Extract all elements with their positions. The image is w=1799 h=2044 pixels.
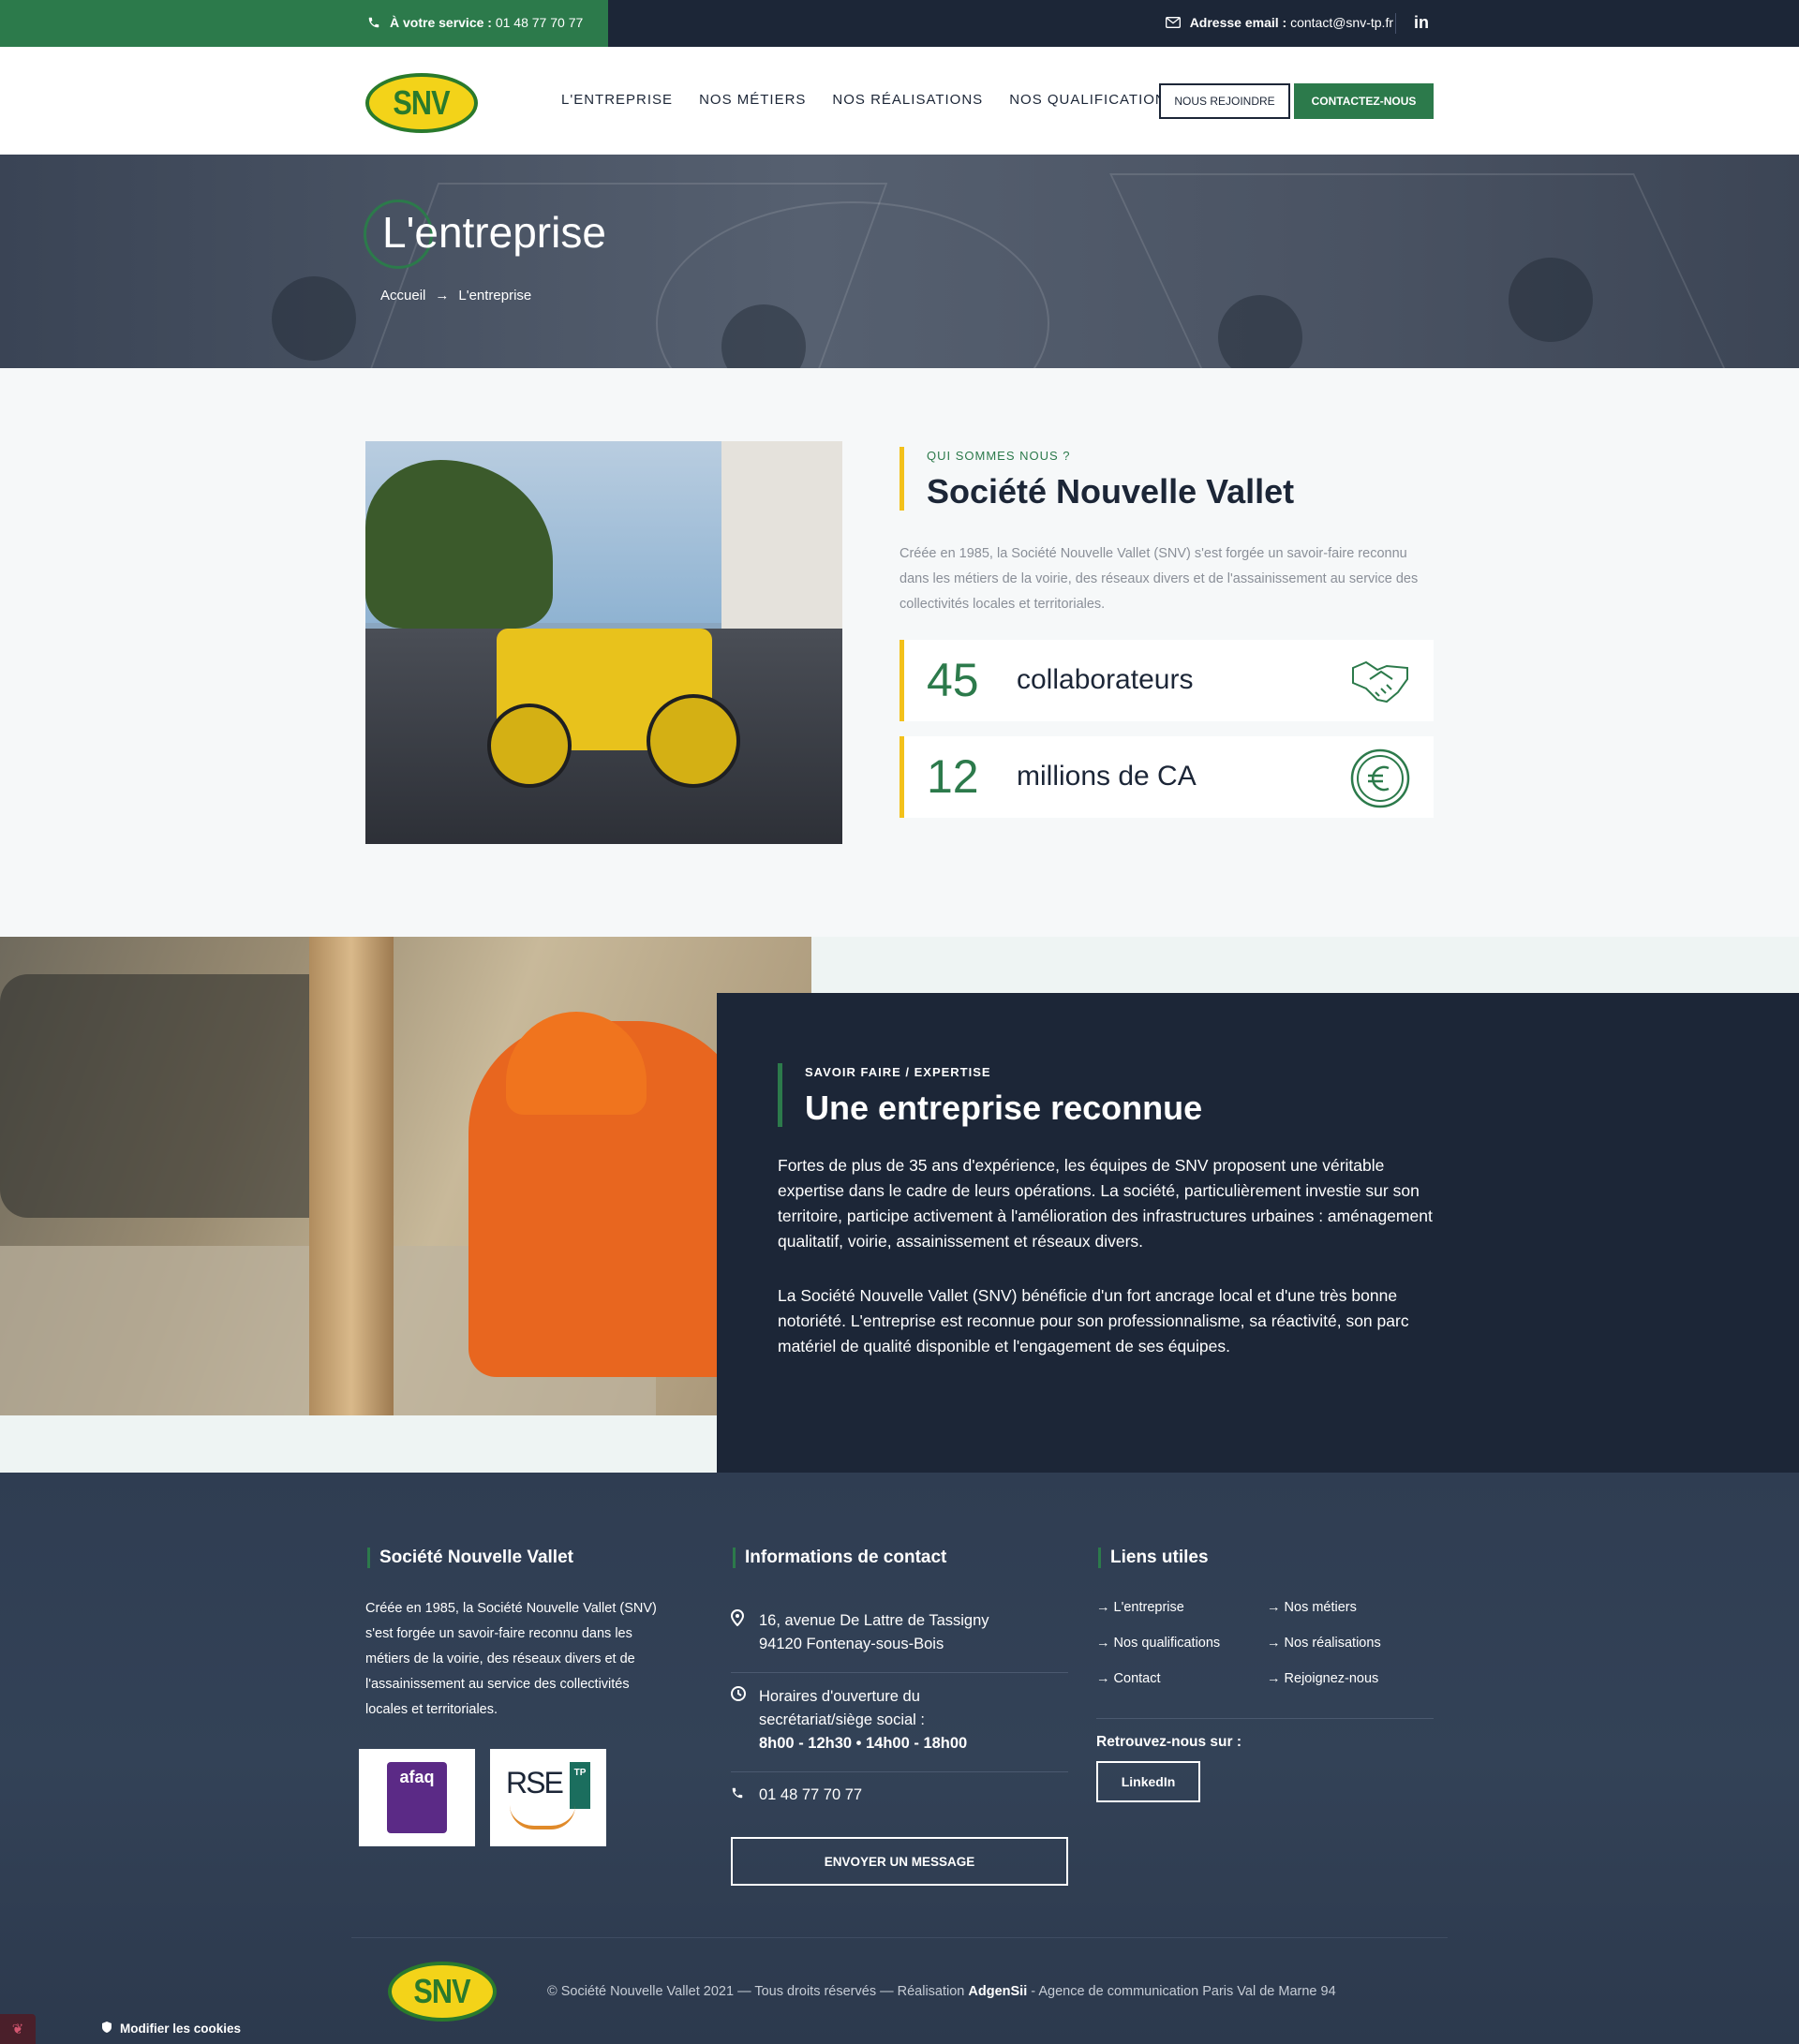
footer-bottom-divider [351, 1937, 1448, 1938]
stat-value: 45 [927, 654, 979, 706]
footer-link-metiers[interactable]: → Nos métiers [1267, 1600, 1357, 1615]
footer-contact-title: Informations de contact [733, 1548, 946, 1568]
hours-line-1: Horaires d'ouverture du [759, 1688, 920, 1705]
hours-value: 8h00 - 12h30 • 14h00 - 18h00 [759, 1735, 968, 1752]
footer-phone-number: 01 48 77 70 77 [759, 1786, 863, 1803]
euro-icon [1350, 748, 1410, 808]
address-line-1: 16, avenue De Lattre de Tassigny [759, 1612, 989, 1629]
footer-link-rejoignez[interactable]: → Rejoignez-nous [1267, 1671, 1378, 1686]
breadcrumb-home[interactable]: Accueil [380, 288, 425, 304]
about-heading: QUI SOMMES NOUS ? Société Nouvelle Valle… [900, 447, 1294, 511]
phone-icon [368, 17, 379, 28]
afaq-logo: afaq [387, 1762, 447, 1833]
footer-link-qualifications[interactable]: → Nos qualifications [1096, 1636, 1220, 1651]
stat-label: collaborateurs [1017, 664, 1194, 695]
road-roller-photo [365, 441, 842, 844]
stat-card-revenue: 12 millions de CA [900, 736, 1434, 818]
worker-photo [0, 937, 811, 1415]
cookie-settings-label: Modifier les cookies [120, 2022, 242, 2036]
about-title: Société Nouvelle Vallet [927, 472, 1295, 511]
expertise-kicker: SAVOIR FAIRE / EXPERTISE [805, 1065, 991, 1079]
top-phone[interactable]: À votre service : 01 48 77 70 77 [367, 15, 583, 30]
footer-divider [731, 1771, 1068, 1772]
about-text: Créée en 1985, la Société Nouvelle Valle… [900, 546, 1419, 612]
footer-snv-logo[interactable]: SNV [388, 1962, 497, 2022]
top-email[interactable]: Adresse email : contact@snv-tp.fr [1165, 15, 1393, 30]
footer-link-entreprise[interactable]: → L'entreprise [1096, 1600, 1184, 1615]
page-title: L'entreprise [382, 208, 606, 257]
contact-button[interactable]: CONTACTEZ-NOUS [1294, 83, 1434, 119]
join-button[interactable]: NOUS REJOINDRE [1159, 83, 1290, 119]
rse-certification: RSE TP [490, 1749, 606, 1846]
snv-logo[interactable]: SNV [365, 73, 478, 133]
expertise-title: Une entreprise reconnue [805, 1089, 1203, 1127]
page-hero: L'entreprise Accueil → L'entreprise [0, 155, 1799, 368]
handshake-icon [1352, 660, 1408, 704]
nav-item-realisations[interactable]: NOS RÉALISATIONS [832, 92, 983, 108]
nav-item-qualifications[interactable]: NOS QUALIFICATIONS [1009, 92, 1177, 108]
hero-bg-tree [272, 276, 356, 361]
phone-number: 01 48 77 70 77 [495, 15, 584, 30]
stat-value: 12 [927, 750, 979, 803]
footer-hours: Horaires d'ouverture du secrétariat/siège… [731, 1685, 1068, 1755]
footer-divider [731, 1672, 1068, 1673]
send-message-button[interactable]: ENVOYER UN MESSAGE [731, 1837, 1068, 1886]
stat-card-employees: 45 collaborateurs [900, 640, 1434, 721]
hero-bg-tree [1509, 258, 1593, 342]
linkedin-button[interactable]: LinkedIn [1096, 1761, 1200, 1802]
footer-phone[interactable]: 01 48 77 70 77 [731, 1784, 1068, 1807]
main-nav: L'ENTREPRISE NOS MÉTIERS NOS RÉALISATION… [561, 92, 1177, 108]
email-prefix: Adresse email : [1189, 15, 1287, 30]
phone-prefix: À votre service : [390, 15, 492, 30]
shield-icon [101, 2021, 112, 2037]
find-us-label: Retrouvez-nous sur : [1096, 1734, 1242, 1750]
copyright: © Société Nouvelle Vallet 2021 — Tous dr… [547, 1984, 1336, 1999]
map-pin-icon [730, 1608, 746, 1656]
arrow-right-icon: → [435, 288, 450, 304]
expertise-paragraph-2: La Société Nouvelle Vallet (SNV) bénéfic… [778, 1286, 1409, 1355]
footer-links-title: Liens utiles [1098, 1548, 1209, 1568]
footer-divider [1096, 1718, 1434, 1719]
afaq-certification: afaq [359, 1749, 475, 1846]
logo-text: SNV [393, 83, 451, 122]
cookie-badge-icon[interactable]: ❦ [0, 2014, 36, 2044]
agency-link[interactable]: AdgenSii [968, 1984, 1027, 1999]
address-line-2: 94120 Fontenay-sous-Bois [759, 1636, 944, 1652]
footer-link-realisations[interactable]: → Nos réalisations [1267, 1636, 1381, 1651]
site-header: SNV L'ENTREPRISE NOS MÉTIERS NOS RÉALISA… [0, 47, 1799, 155]
nav-item-entreprise[interactable]: L'ENTREPRISE [561, 92, 673, 108]
envelope-icon [1165, 17, 1181, 28]
clock-icon [731, 1685, 746, 1755]
logo-text: SNV [413, 1972, 471, 2010]
rse-logo: RSE TP [506, 1762, 590, 1833]
about-kicker: QUI SOMMES NOUS ? [927, 449, 1071, 463]
footer-about-text: Créée en 1985, la Société Nouvelle Valle… [365, 1601, 657, 1717]
footer-about-title: Société Nouvelle Vallet [367, 1548, 573, 1568]
top-bar-divider [1395, 13, 1396, 34]
email-address: contact@snv-tp.fr [1290, 15, 1393, 30]
top-bar: À votre service : 01 48 77 70 77 Adresse… [0, 0, 1799, 47]
footer-address: 16, avenue De Lattre de Tassigny 94120 Fo… [730, 1608, 1068, 1656]
breadcrumb: Accueil → L'entreprise [380, 288, 531, 304]
expertise-heading: SAVOIR FAIRE / EXPERTISE Une entreprise … [778, 1063, 1202, 1127]
breadcrumb-current: L'entreprise [458, 288, 532, 304]
cookie-settings-button[interactable]: Modifier les cookies [101, 2021, 241, 2037]
phone-icon [731, 1784, 746, 1807]
hero-bg-deck [1109, 173, 1739, 368]
hours-line-2: secrétariat/siège social : [759, 1711, 925, 1728]
nav-item-metiers[interactable]: NOS MÉTIERS [699, 92, 806, 108]
stat-label: millions de CA [1017, 761, 1197, 792]
footer-link-contact[interactable]: → Contact [1096, 1671, 1161, 1686]
expertise-paragraph-1: Fortes de plus de 35 ans d'expérience, l… [778, 1156, 1433, 1251]
linkedin-icon[interactable]: in [1414, 13, 1429, 33]
